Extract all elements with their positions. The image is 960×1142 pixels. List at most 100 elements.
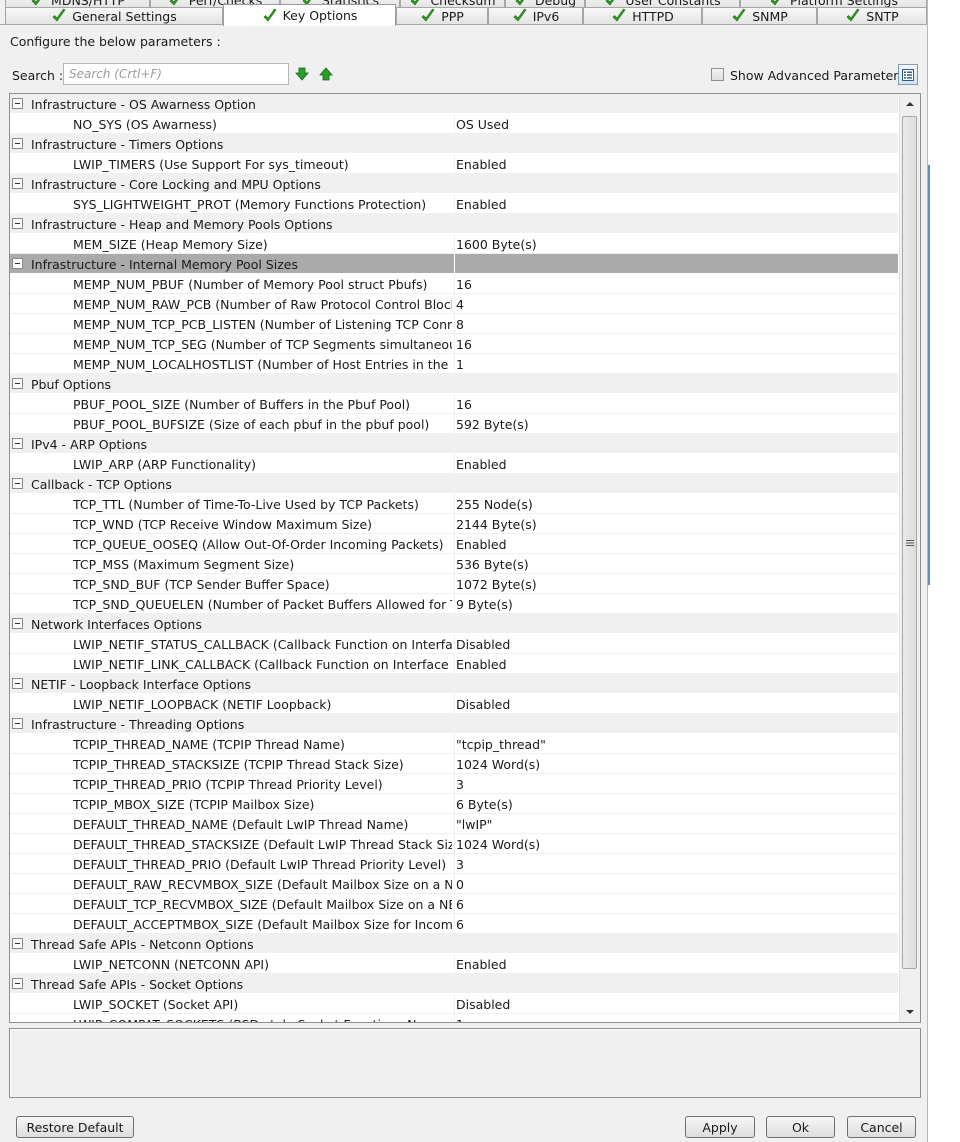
parameter-value[interactable]: 16 (456, 397, 472, 412)
parameter-row[interactable]: LWIP_COMPAT_SOCKETS (BSD-style Socket Fu… (10, 1014, 898, 1022)
parameter-value[interactable]: 16 (456, 277, 472, 292)
parameter-value[interactable]: Disabled (456, 997, 510, 1012)
parameter-row[interactable]: DEFAULT_TCP_RECVMBOX_SIZE (Default Mailb… (10, 894, 898, 914)
group-row-infrastructure-threading-options[interactable]: Infrastructure - Threading Options (10, 714, 898, 734)
ok-button[interactable]: Ok (766, 1116, 835, 1138)
parameter-row[interactable]: LWIP_NETIF_LINK_CALLBACK (Callback Funct… (10, 654, 898, 674)
parameter-value[interactable]: 1024 Word(s) (456, 837, 540, 852)
parameter-row[interactable]: NO_SYS (OS Awarness) OS Used (10, 114, 898, 134)
parameter-value[interactable]: Disabled (456, 637, 510, 652)
collapse-minus-icon[interactable] (12, 218, 23, 229)
parameter-value[interactable]: 6 Byte(s) (456, 797, 513, 812)
parameter-value[interactable]: 592 Byte(s) (456, 417, 529, 432)
parameter-value[interactable]: Enabled (456, 537, 507, 552)
collapse-minus-icon[interactable] (12, 478, 23, 489)
parameter-row[interactable]: MEMP_NUM_PBUF (Number of Memory Pool str… (10, 274, 898, 294)
tab-ppp[interactable]: PPP (396, 7, 488, 24)
parameter-value[interactable]: 255 Node(s) (456, 497, 533, 512)
parameter-value[interactable]: 4 (456, 297, 464, 312)
parameter-value[interactable]: 3 (456, 857, 464, 872)
view-toggle-button[interactable] (898, 64, 918, 85)
scroll-up-arrow-icon[interactable] (900, 94, 920, 114)
parameter-value[interactable]: 536 Byte(s) (456, 557, 529, 572)
group-row-infrastructure-timers-options[interactable]: Infrastructure - Timers Options (10, 134, 898, 154)
group-row-callback-tcp-options[interactable]: Callback - TCP Options (10, 474, 898, 494)
parameter-value[interactable]: Disabled (456, 697, 510, 712)
vertical-scrollbar[interactable] (899, 94, 920, 1022)
parameter-row[interactable]: PBUF_POOL_SIZE (Number of Buffers in the… (10, 394, 898, 414)
parameter-value[interactable]: "lwIP" (456, 817, 492, 832)
parameter-row[interactable]: TCP_QUEUE_OOSEQ (Allow Out-Of-Order Inco… (10, 534, 898, 554)
parameter-row[interactable]: TCP_WND (TCP Receive Window Maximum Size… (10, 514, 898, 534)
collapse-minus-icon[interactable] (12, 978, 23, 989)
parameter-row[interactable]: MEM_SIZE (Heap Memory Size) 1600 Byte(s) (10, 234, 898, 254)
parameter-row[interactable]: TCP_SND_BUF (TCP Sender Buffer Space) 107… (10, 574, 898, 594)
parameter-row[interactable]: TCP_SND_QUEUELEN (Number of Packet Buffe… (10, 594, 898, 614)
collapse-minus-icon[interactable] (12, 678, 23, 689)
tab-httpd[interactable]: HTTPD (583, 7, 702, 24)
parameter-value[interactable]: 3 (456, 777, 464, 792)
group-row-infrastructure-heap-and-memory-pools-options[interactable]: Infrastructure - Heap and Memory Pools O… (10, 214, 898, 234)
parameter-row[interactable]: DEFAULT_THREAD_PRIO (Default LwIP Thread… (10, 854, 898, 874)
show-advanced-checkbox[interactable] (711, 68, 724, 81)
tab-general-settings[interactable]: General Settings (5, 7, 223, 24)
parameter-row[interactable]: LWIP_NETIF_LOOPBACK (NETIF Loopback) Disa… (10, 694, 898, 714)
parameter-row[interactable]: TCPIP_MBOX_SIZE (TCPIP Mailbox Size) 6 By… (10, 794, 898, 814)
search-next-arrow-icon[interactable] (295, 67, 309, 81)
tab-key-options[interactable]: Key Options (223, 4, 396, 26)
parameter-value[interactable]: Enabled (456, 197, 507, 212)
parameter-row[interactable]: LWIP_NETIF_STATUS_CALLBACK (Callback Fun… (10, 634, 898, 654)
parameter-value[interactable]: 6 (456, 897, 464, 912)
parameter-row[interactable]: TCPIP_THREAD_NAME (TCPIP Thread Name) "tc… (10, 734, 898, 754)
parameter-value[interactable]: OS Used (456, 117, 509, 132)
parameter-value[interactable]: 16 (456, 337, 472, 352)
parameter-row[interactable]: MEMP_NUM_LOCALHOSTLIST (Number of Host E… (10, 354, 898, 374)
parameter-row[interactable]: DEFAULT_ACCEPTMBOX_SIZE (Default Mailbox… (10, 914, 898, 934)
group-row-pbuf-options[interactable]: Pbuf Options (10, 374, 898, 394)
parameter-value[interactable]: Enabled (456, 657, 507, 672)
search-previous-arrow-icon[interactable] (319, 67, 333, 81)
group-row-infrastructure-internal-memory-pool-sizes[interactable]: Infrastructure - Internal Memory Pool Si… (10, 254, 898, 274)
parameter-value[interactable]: Enabled (456, 157, 507, 172)
parameter-value[interactable]: 0 (456, 877, 464, 892)
collapse-minus-icon[interactable] (12, 938, 23, 949)
restore-default-button[interactable]: Restore Default (16, 1116, 134, 1138)
group-row-infrastructure-core-locking-and-mpu-options[interactable]: Infrastructure - Core Locking and MPU Op… (10, 174, 898, 194)
parameter-row[interactable]: LWIP_TIMERS (Use Support For sys_timeout… (10, 154, 898, 174)
parameter-row[interactable]: DEFAULT_THREAD_STACKSIZE (Default LwIP T… (10, 834, 898, 854)
collapse-minus-icon[interactable] (12, 98, 23, 109)
parameter-row[interactable]: DEFAULT_RAW_RECVMBOX_SIZE (Default Mailb… (10, 874, 898, 894)
parameter-value[interactable]: 1024 Word(s) (456, 757, 540, 772)
collapse-minus-icon[interactable] (12, 438, 23, 449)
parameter-row[interactable]: MEMP_NUM_RAW_PCB (Number of Raw Protocol… (10, 294, 898, 314)
parameter-row[interactable]: TCP_MSS (Maximum Segment Size) 536 Byte(s… (10, 554, 898, 574)
collapse-minus-icon[interactable] (12, 718, 23, 729)
parameter-value[interactable]: "tcpip_thread" (456, 737, 546, 752)
tab-sntp[interactable]: SNTP (817, 7, 927, 24)
scrollbar-thumb[interactable] (902, 116, 917, 969)
parameter-row[interactable]: TCP_TTL (Number of Time-To-Live Used by … (10, 494, 898, 514)
collapse-minus-icon[interactable] (12, 178, 23, 189)
parameter-row[interactable]: MEMP_NUM_TCP_PCB_LISTEN (Number of Liste… (10, 314, 898, 334)
parameter-value[interactable]: Enabled (456, 957, 507, 972)
collapse-minus-icon[interactable] (12, 378, 23, 389)
group-row-thread-safe-apis-netconn-options[interactable]: Thread Safe APIs - Netconn Options (10, 934, 898, 954)
tab-snmp[interactable]: SNMP (702, 7, 817, 24)
parameter-value[interactable]: 6 (456, 917, 464, 932)
group-row-infrastructure-os-awarness-option[interactable]: Infrastructure - OS Awarness Option (10, 94, 898, 114)
parameter-row[interactable]: PBUF_POOL_BUFSIZE (Size of each pbuf in … (10, 414, 898, 434)
parameter-value[interactable]: 1600 Byte(s) (456, 237, 537, 252)
group-row-network-interfaces-options[interactable]: Network Interfaces Options (10, 614, 898, 634)
parameter-row[interactable]: TCPIP_THREAD_STACKSIZE (TCPIP Thread Sta… (10, 754, 898, 774)
parameter-value[interactable]: 9 Byte(s) (456, 597, 513, 612)
parameter-row[interactable]: LWIP_NETCONN (NETCONN API) Enabled (10, 954, 898, 974)
parameter-row[interactable]: MEMP_NUM_TCP_SEG (Number of TCP Segments… (10, 334, 898, 354)
cancel-button[interactable]: Cancel (847, 1116, 916, 1138)
parameter-value[interactable]: 2144 Byte(s) (456, 517, 537, 532)
group-row-netif-loopback-interface-options[interactable]: NETIF - Loopback Interface Options (10, 674, 898, 694)
tab-ipv6[interactable]: IPv6 (488, 7, 583, 24)
parameter-value[interactable]: 1072 Byte(s) (456, 577, 537, 592)
apply-button[interactable]: Apply (685, 1116, 755, 1138)
parameter-row[interactable]: DEFAULT_THREAD_NAME (Default LwIP Thread… (10, 814, 898, 834)
parameter-row[interactable]: TCPIP_THREAD_PRIO (TCPIP Thread Priority… (10, 774, 898, 794)
